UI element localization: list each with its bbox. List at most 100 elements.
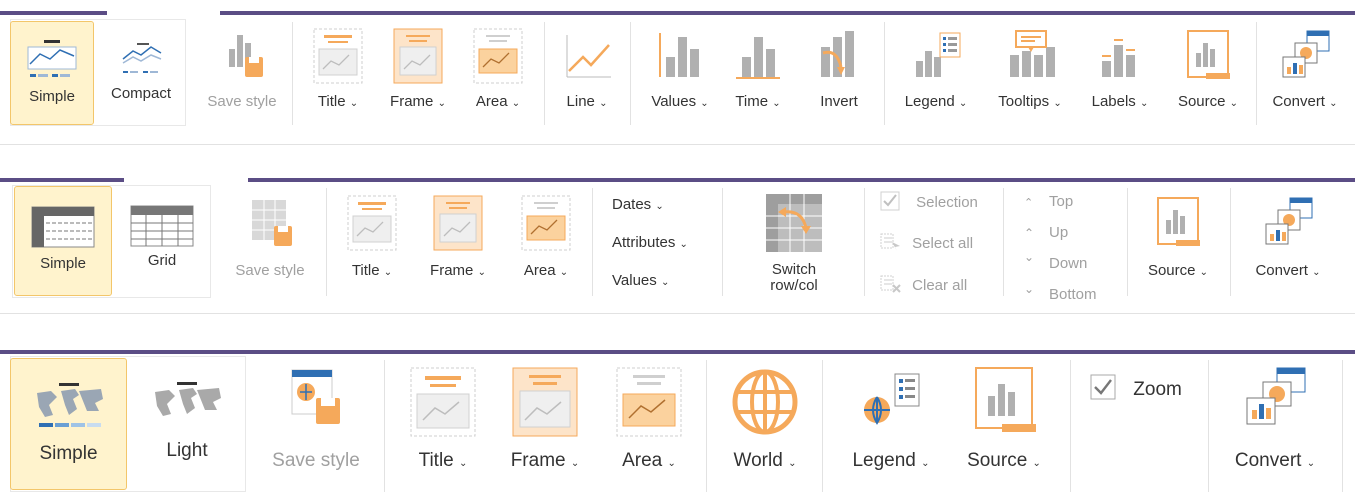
frame-label: Frame: [510, 450, 566, 471]
accent-bar-map: [0, 350, 1355, 354]
move-top-button[interactable]: ⌃: [1024, 193, 1033, 210]
chevron-down-icon: ⌄: [1032, 458, 1041, 469]
chevron-down-icon: ⌄: [679, 239, 688, 250]
table-frame-icon: [433, 195, 483, 251]
select-all-button[interactable]: Select all: [880, 232, 973, 252]
separator: [706, 360, 707, 492]
title-dropdown[interactable]: Title ⌄: [340, 186, 404, 296]
time-dropdown[interactable]: Time ⌄: [726, 21, 790, 125]
invert-axes-icon: [821, 31, 854, 77]
source-dropdown[interactable]: Source ⌄: [1170, 21, 1246, 125]
source-label: Source: [967, 450, 1028, 471]
world-dropdown[interactable]: World ⌄: [720, 358, 810, 490]
source-label: Source: [1147, 262, 1196, 279]
invert-button[interactable]: Invert: [806, 21, 872, 125]
source-icon: [1187, 30, 1230, 79]
title-dropdown[interactable]: Title ⌄: [306, 21, 370, 125]
style-light-label: Light: [166, 440, 208, 461]
table-style-simple-icon: [31, 206, 95, 248]
tooltips-icon: [1010, 30, 1055, 77]
style-simple-button[interactable]: Simple: [10, 21, 94, 125]
area-label: Area: [622, 450, 663, 471]
title-label: Title: [418, 450, 454, 471]
move-top-label: Top: [1049, 193, 1074, 210]
style-compact-button[interactable]: Compact: [100, 21, 182, 125]
table-style-grid-icon: [130, 205, 194, 247]
save-style-button[interactable]: Save style: [262, 358, 370, 490]
save-style-button[interactable]: Save style: [198, 21, 286, 125]
dates-dropdown[interactable]: Dates ⌄: [612, 196, 664, 213]
separator: [722, 188, 723, 296]
line-label: Line: [566, 93, 595, 110]
line-dropdown[interactable]: Line ⌄: [552, 21, 622, 125]
area-dropdown[interactable]: Area ⌄: [606, 358, 692, 490]
style-compact-label: Compact: [110, 85, 172, 102]
save-style-icon: [252, 200, 292, 246]
chevron-down-icon: ⌄: [511, 98, 521, 109]
values-dropdown[interactable]: Values ⌄: [612, 272, 669, 289]
chart-style-compact-icon: [122, 43, 162, 73]
convert-icon: [1265, 197, 1313, 245]
save-style-button[interactable]: Save style: [224, 186, 316, 296]
area-dropdown[interactable]: Area ⌄: [510, 186, 582, 296]
chevron-down-icon: ⌄: [958, 98, 968, 109]
tooltips-dropdown[interactable]: Tooltips ⌄: [990, 21, 1070, 125]
convert-label: Convert: [1255, 262, 1308, 279]
chevron-down-icon: ⌄: [1306, 458, 1316, 469]
labels-dropdown[interactable]: Labels ⌄: [1082, 21, 1158, 125]
switch-row-col-button[interactable]: Switch row/col: [744, 186, 844, 296]
select-all-label: Select all: [912, 235, 974, 252]
globe-icon: [732, 369, 798, 435]
check-icon: [880, 191, 900, 211]
chevron-down-icon: ⌄: [349, 98, 359, 109]
double-chevron-down-icon[interactable]: ⌄: [1024, 282, 1034, 296]
zoom-label: Zoom: [1133, 379, 1182, 400]
source-dropdown[interactable]: Source ⌄: [954, 358, 1054, 490]
style-light-button[interactable]: Light: [132, 358, 242, 490]
zoom-checkbox[interactable]: Zoom: [1090, 374, 1182, 401]
chart-frame-icon: [393, 28, 443, 84]
values-label: Values: [651, 93, 697, 110]
switch-label-line2: row/col: [770, 277, 818, 294]
style-simple-button[interactable]: Simple: [14, 186, 112, 296]
convert-dropdown[interactable]: Convert ⌄: [1220, 358, 1330, 490]
legend-dropdown[interactable]: Legend ⌄: [836, 358, 946, 490]
source-icon: [975, 367, 1036, 432]
frame-dropdown[interactable]: Frame ⌄: [386, 21, 450, 125]
separator: [1230, 188, 1231, 296]
ribbon-bottom-border: [0, 313, 1355, 314]
world-label: World: [733, 450, 783, 471]
frame-dropdown[interactable]: Frame ⌄: [420, 186, 496, 296]
separator: [1127, 188, 1128, 296]
chevron-down-icon: ⌄: [570, 458, 580, 469]
selection-checkbox[interactable]: Selection: [880, 191, 978, 211]
double-chevron-up-icon: ⌃: [1024, 197, 1034, 209]
source-dropdown[interactable]: Source ⌄: [1138, 186, 1218, 296]
chevron-down-icon: ⌄: [700, 98, 709, 109]
chevron-down-icon: ⌄: [599, 98, 608, 109]
attributes-dropdown[interactable]: Attributes ⌄: [612, 234, 688, 251]
save-style-label: Save style: [207, 93, 277, 110]
style-simple-label: Simple: [29, 88, 75, 105]
area-label: Area: [523, 262, 556, 279]
convert-dropdown[interactable]: Convert ⌄: [1244, 186, 1332, 296]
move-bottom-label: Bottom: [1049, 286, 1097, 303]
separator: [544, 22, 545, 125]
move-up-label: Up: [1049, 224, 1069, 241]
switch-label-line1: Switch: [771, 261, 817, 278]
legend-dropdown[interactable]: Legend ⌄: [896, 21, 976, 125]
chevron-up-icon[interactable]: ⌃: [1024, 226, 1034, 240]
frame-dropdown[interactable]: Frame ⌄: [500, 358, 590, 490]
values-dropdown[interactable]: Values ⌄: [640, 21, 720, 125]
convert-dropdown[interactable]: Convert ⌄: [1266, 21, 1344, 125]
style-grid-button[interactable]: Grid: [116, 186, 208, 296]
source-icon: [1157, 197, 1200, 246]
chevron-down-icon[interactable]: ⌄: [1024, 250, 1034, 264]
style-simple-button[interactable]: Simple: [10, 358, 127, 490]
legend-label: Legend: [904, 93, 955, 110]
title-dropdown[interactable]: Title ⌄: [400, 358, 486, 490]
separator: [864, 188, 865, 296]
clear-all-button[interactable]: Clear all: [880, 274, 967, 294]
save-style-label: Save style: [235, 262, 305, 279]
area-dropdown[interactable]: Area ⌄: [466, 21, 530, 125]
